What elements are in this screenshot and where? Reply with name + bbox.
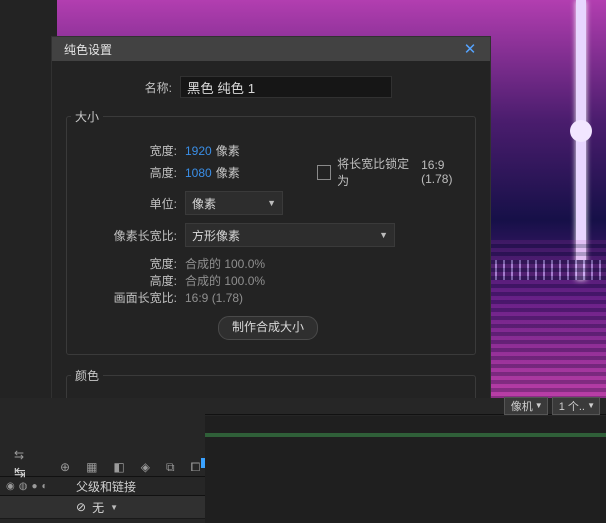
- camera-menu-label: 像机: [511, 398, 533, 414]
- panel-tool-icon[interactable]: ↹: [14, 464, 26, 481]
- chevron-down-icon: ▼: [587, 401, 595, 410]
- chevron-down-icon: ▼: [379, 230, 388, 240]
- info-frame-label: 画面长宽比:: [71, 289, 185, 306]
- chevron-down-icon: ▼: [267, 198, 276, 208]
- lock-aspect-label: 将长宽比锁定为: [337, 155, 415, 189]
- name-label: 名称:: [66, 79, 180, 96]
- unit-select-value: 像素: [192, 195, 216, 212]
- unit-label: 单位:: [71, 195, 185, 212]
- column-header-parent: 父级和链接: [76, 478, 136, 495]
- timeline-area: ▭ ▢ ▢ 像机 ▼ 1 个.. ▼ ⇆ ⊕ ▦ ◧ ◈ ⧉ ⧠: [0, 398, 606, 523]
- lock-aspect-checkbox[interactable]: [317, 165, 331, 180]
- view-count-menu[interactable]: 1 个.. ▼: [552, 397, 600, 415]
- dialog-titlebar[interactable]: 纯色设置 ✕: [52, 37, 490, 61]
- eye-icon[interactable]: ◉: [6, 481, 15, 492]
- view-count-label: 1 个..: [559, 398, 585, 414]
- size-legend: 大小: [71, 108, 103, 125]
- toolbar-icon[interactable]: ◈: [141, 460, 150, 474]
- color-legend: 颜色: [71, 367, 103, 384]
- dialog-title: 纯色设置: [64, 41, 112, 58]
- height-unit: 像素: [216, 164, 240, 181]
- work-area-bar[interactable]: [205, 433, 606, 437]
- toolbar-icon[interactable]: ⧉: [166, 460, 175, 475]
- info-height-value: 合成的 100.0%: [185, 272, 265, 289]
- height-value[interactable]: 1080: [185, 166, 212, 180]
- close-icon[interactable]: ✕: [458, 37, 482, 61]
- par-select[interactable]: 方形像素 ▼: [185, 223, 395, 247]
- camera-menu[interactable]: 像机 ▼: [504, 397, 548, 415]
- toolbar-icon[interactable]: ◧: [113, 460, 124, 474]
- width-unit: 像素: [216, 142, 240, 159]
- lock-icon[interactable]: ◍: [19, 481, 28, 492]
- height-label: 高度:: [71, 164, 185, 181]
- name-input[interactable]: [180, 76, 392, 98]
- unit-select[interactable]: 像素 ▼: [185, 191, 283, 215]
- info-width-value: 合成的 100.0%: [185, 255, 265, 272]
- lock-aspect-ratio: 16:9 (1.78): [421, 158, 475, 186]
- make-comp-size-button[interactable]: 制作合成大小: [218, 316, 318, 340]
- toolbar-icon[interactable]: ▦: [86, 460, 97, 474]
- par-label: 像素长宽比:: [71, 227, 185, 244]
- parent-value: 无: [92, 499, 104, 516]
- info-width-label: 宽度:: [71, 255, 185, 272]
- chevron-down-icon: ▼: [110, 503, 118, 512]
- info-frame-value: 16:9 (1.78): [185, 291, 243, 305]
- shy-icon[interactable]: ◐: [42, 481, 48, 492]
- size-group: 大小 宽度: 1920 像素 将长宽比锁定为 16:9 (1.78) 高度: 1…: [66, 108, 476, 355]
- width-label: 宽度:: [71, 142, 185, 159]
- info-height-label: 高度:: [71, 272, 185, 289]
- toolbar-icon[interactable]: ⧠: [191, 460, 201, 475]
- solo-icon[interactable]: ●: [31, 481, 37, 492]
- toolbar-icon[interactable]: ⊕: [60, 460, 70, 474]
- chevron-down-icon: ▼: [535, 401, 543, 410]
- width-value[interactable]: 1920: [185, 144, 212, 158]
- par-select-value: 方形像素: [192, 227, 240, 244]
- link-icon[interactable]: ⊘: [76, 500, 86, 514]
